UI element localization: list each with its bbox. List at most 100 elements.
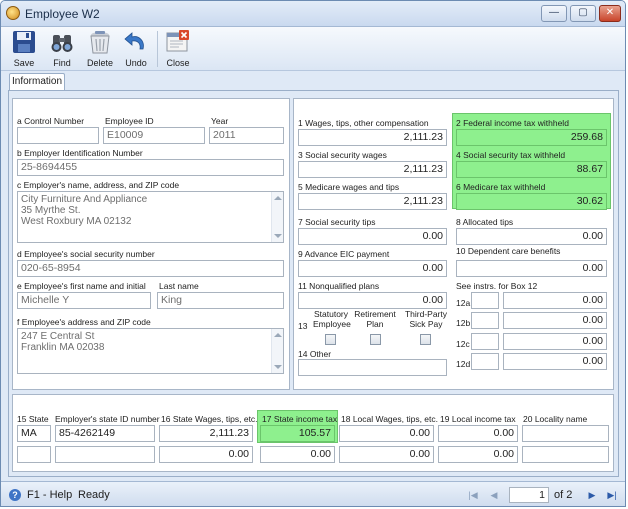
box4-field[interactable]: 88.67 bbox=[456, 161, 607, 178]
find-label: Find bbox=[53, 58, 71, 68]
box4-label: 4 Social security tax withheld bbox=[456, 150, 566, 160]
next-page-icon[interactable]: ▶ bbox=[586, 489, 598, 501]
scroll-up-icon bbox=[274, 196, 282, 200]
trash-can-icon bbox=[90, 31, 110, 54]
scroll-up-icon bbox=[274, 333, 282, 337]
box3-field[interactable]: 2,111.23 bbox=[298, 161, 447, 178]
state-field-row1[interactable]: MA bbox=[17, 425, 51, 442]
help-hint[interactable]: F1 - Help bbox=[27, 489, 72, 501]
employee-address-label: f Employee's address and ZIP code bbox=[17, 317, 151, 327]
state-field-row2[interactable] bbox=[17, 446, 51, 463]
state-wages-field-row1[interactable]: 2,111.23 bbox=[159, 425, 253, 442]
box12b-code-field[interactable] bbox=[471, 312, 499, 329]
employee-id-label: Employee ID bbox=[105, 116, 154, 126]
box10-label: 10 Dependent care benefits bbox=[456, 246, 561, 256]
close-window-button[interactable]: ✕ bbox=[599, 5, 621, 22]
local-wages-field-row1[interactable]: 0.00 bbox=[339, 425, 434, 442]
control-number-field[interactable] bbox=[17, 127, 99, 144]
box11-field[interactable]: 0.00 bbox=[298, 292, 447, 309]
retirement-plan-checkbox[interactable] bbox=[370, 334, 381, 345]
employer-name-line: City Furniture And Appliance bbox=[21, 194, 148, 205]
locality-name-field-row1[interactable] bbox=[522, 425, 609, 442]
box10-field[interactable]: 0.00 bbox=[456, 260, 607, 277]
local-wages-field-row2[interactable]: 0.00 bbox=[339, 446, 434, 463]
box8-field[interactable]: 0.00 bbox=[456, 228, 607, 245]
close-button[interactable]: Close bbox=[161, 27, 195, 71]
year-field[interactable]: 2011 bbox=[209, 127, 284, 144]
box12a-label: 12a bbox=[456, 298, 471, 308]
box12a-amount-field[interactable]: 0.00 bbox=[503, 292, 607, 309]
undo-button[interactable]: Undo bbox=[119, 27, 153, 71]
maximize-button[interactable]: ▢ bbox=[570, 5, 596, 22]
employee-city-line: Franklin MA 02038 bbox=[21, 342, 105, 353]
employer-name-address-field[interactable]: City Furniture And Appliance 35 Myrthe S… bbox=[17, 191, 284, 243]
state-id-label: Employer's state ID number bbox=[55, 414, 160, 424]
local-income-tax-label: 19 Local income tax bbox=[440, 414, 516, 424]
page-number-field[interactable]: 1 bbox=[509, 487, 549, 503]
state-income-tax-field-row1[interactable]: 105.57 bbox=[260, 425, 335, 442]
box5-field[interactable]: 2,111.23 bbox=[298, 193, 447, 210]
box12c-code-field[interactable] bbox=[471, 333, 499, 350]
box1-field[interactable]: 2,111.23 bbox=[298, 129, 447, 146]
state-id-field-row1[interactable]: 85-4262149 bbox=[55, 425, 155, 442]
ein-field[interactable]: 25-8694455 bbox=[17, 159, 284, 176]
statutory-employee-checkbox[interactable] bbox=[325, 334, 336, 345]
box12d-code-field[interactable] bbox=[471, 353, 499, 370]
third-party-sick-pay-label-1: Third-Party bbox=[404, 309, 448, 319]
ssn-field[interactable]: 020-65-8954 bbox=[17, 260, 284, 277]
third-party-sick-pay-checkbox[interactable] bbox=[420, 334, 431, 345]
employer-city-line: West Roxbury MA 02132 bbox=[21, 216, 132, 227]
tab-information[interactable]: Information bbox=[9, 73, 65, 91]
undo-arrow-icon bbox=[124, 32, 144, 50]
box12a-code-field[interactable] bbox=[471, 292, 499, 309]
state-wages-label: 16 State Wages, tips, etc. bbox=[161, 414, 258, 424]
box12b-amount-field[interactable]: 0.00 bbox=[503, 312, 607, 329]
employee-id-field[interactable]: E10009 bbox=[103, 127, 205, 144]
delete-button[interactable]: Delete bbox=[83, 27, 117, 71]
previous-page-icon[interactable]: ◀ bbox=[488, 489, 500, 501]
box9-field[interactable]: 0.00 bbox=[298, 260, 447, 277]
ein-label: b Employer Identification Number bbox=[17, 148, 143, 158]
box12c-amount-field[interactable]: 0.00 bbox=[503, 333, 607, 350]
tab-strip: Information bbox=[1, 71, 625, 91]
employee-w2-window: Employee W2 — ▢ ✕ Save Find Delete Undo … bbox=[0, 0, 626, 507]
control-number-label: a Control Number bbox=[17, 116, 85, 126]
box12d-amount-field[interactable]: 0.00 bbox=[503, 353, 607, 370]
local-income-tax-field-row1[interactable]: 0.00 bbox=[438, 425, 518, 442]
box3-label: 3 Social security wages bbox=[298, 150, 387, 160]
employee-address-scrollbar[interactable] bbox=[271, 329, 283, 373]
locality-name-field-row2[interactable] bbox=[522, 446, 609, 463]
box9-label: 9 Advance EIC payment bbox=[298, 249, 390, 259]
box7-field[interactable]: 0.00 bbox=[298, 228, 447, 245]
help-icon: ? bbox=[9, 489, 21, 501]
employer-street-line: 35 Myrthe St. bbox=[21, 205, 81, 216]
locality-name-label: 20 Locality name bbox=[523, 414, 588, 424]
first-page-icon[interactable]: |◀ bbox=[467, 489, 479, 501]
box14-label: 14 Other bbox=[298, 349, 332, 359]
state-income-tax-field-row2[interactable]: 0.00 bbox=[260, 446, 335, 463]
local-income-tax-field-row2[interactable]: 0.00 bbox=[438, 446, 518, 463]
employer-address-scrollbar[interactable] bbox=[271, 192, 283, 242]
last-name-label: Last name bbox=[159, 281, 199, 291]
last-page-icon[interactable]: ▶| bbox=[606, 489, 618, 501]
state-wages-field-row2[interactable]: 0.00 bbox=[159, 446, 253, 463]
close-form-icon bbox=[166, 30, 189, 52]
box7-label: 7 Social security tips bbox=[298, 217, 376, 227]
employee-street-line: 247 E Central St bbox=[21, 331, 95, 342]
box2-field[interactable]: 259.68 bbox=[456, 129, 607, 146]
box13-label: 13 bbox=[298, 321, 308, 331]
state-income-tax-label: 17 State income tax bbox=[262, 414, 338, 424]
save-button[interactable]: Save bbox=[7, 27, 41, 71]
statutory-employee-label-2: Employee bbox=[313, 319, 351, 329]
box12-instructions-label: See instrs. for Box 12 bbox=[456, 281, 538, 291]
employee-address-field[interactable]: 247 E Central St Franklin MA 02038 bbox=[17, 328, 284, 374]
local-wages-label: 18 Local Wages, tips, etc. bbox=[341, 414, 439, 424]
last-name-field[interactable]: King bbox=[157, 292, 284, 309]
page-count: of 2 bbox=[554, 489, 573, 501]
find-button[interactable]: Find bbox=[45, 27, 79, 71]
state-id-field-row2[interactable] bbox=[55, 446, 155, 463]
box6-field[interactable]: 30.62 bbox=[456, 193, 607, 210]
box14-field[interactable] bbox=[298, 359, 447, 376]
minimize-button[interactable]: — bbox=[541, 5, 567, 22]
first-name-field[interactable]: Michelle Y bbox=[17, 292, 151, 309]
